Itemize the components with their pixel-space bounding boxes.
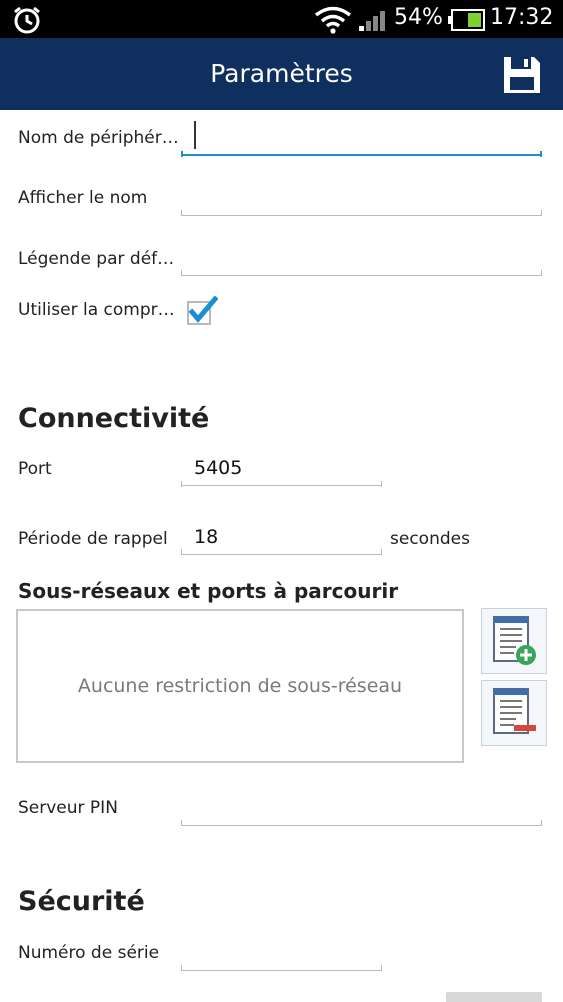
signal-strength-icon xyxy=(359,11,385,31)
wifi-icon xyxy=(314,6,352,34)
port-field[interactable] xyxy=(181,452,382,486)
display-name-label: Afficher le nom xyxy=(18,188,148,208)
subnet-empty-text: Aucune restriction de sous-réseau xyxy=(77,675,403,697)
battery-percent: 54% xyxy=(394,5,443,30)
field-edge xyxy=(541,820,542,826)
field-edge xyxy=(381,549,382,555)
text-cursor xyxy=(194,121,196,149)
device-name-label: Nom de périphér… xyxy=(18,128,179,148)
connectivity-heading: Connectivité xyxy=(18,403,210,434)
field-edge xyxy=(181,210,182,216)
recall-period-field[interactable] xyxy=(181,521,382,555)
use-compression-checkbox[interactable] xyxy=(186,296,218,326)
serial-number-label: Numéro de série xyxy=(18,943,160,963)
display-name-field[interactable] xyxy=(181,182,542,216)
serial-number-field[interactable] xyxy=(181,937,382,971)
battery-icon xyxy=(448,9,485,31)
field-edge xyxy=(181,151,183,157)
field-edge xyxy=(541,270,542,276)
recall-period-label: Période de rappel xyxy=(18,529,168,549)
partial-button[interactable] xyxy=(446,992,542,1002)
alarm-clock-icon xyxy=(14,6,40,34)
default-caption-field[interactable] xyxy=(181,242,542,276)
add-subnet-button[interactable] xyxy=(481,608,547,674)
add-list-icon xyxy=(493,616,536,665)
recall-period-unit: secondes xyxy=(390,529,470,549)
app-bar: Paramètres xyxy=(0,38,563,110)
subnets-heading: Sous-réseaux et ports à parcourir xyxy=(18,579,399,603)
field-edge xyxy=(540,151,542,157)
use-compression-label: Utiliser la compr… xyxy=(18,300,175,320)
field-edge xyxy=(181,270,182,276)
save-icon[interactable] xyxy=(502,55,542,95)
field-edge xyxy=(541,210,542,216)
remove-subnet-button[interactable] xyxy=(481,680,547,746)
page-title: Paramètres xyxy=(210,59,353,88)
port-label: Port xyxy=(18,459,52,479)
device-name-field[interactable] xyxy=(181,122,542,156)
field-edge xyxy=(181,820,182,826)
field-edge xyxy=(381,965,382,971)
security-heading: Sécurité xyxy=(18,886,145,917)
default-caption-label: Légende par déf… xyxy=(18,249,175,269)
clock: 17:32 xyxy=(490,5,554,30)
field-edge xyxy=(181,481,182,487)
subnet-list[interactable]: Aucune restriction de sous-réseau xyxy=(16,609,464,763)
field-edge xyxy=(381,481,382,487)
pin-server-field[interactable] xyxy=(181,792,542,826)
pin-server-label: Serveur PIN xyxy=(18,798,118,818)
remove-list-icon xyxy=(493,688,536,734)
status-bar: 54% 17:32 xyxy=(0,0,563,38)
field-edge xyxy=(181,549,182,555)
field-edge xyxy=(181,965,182,971)
